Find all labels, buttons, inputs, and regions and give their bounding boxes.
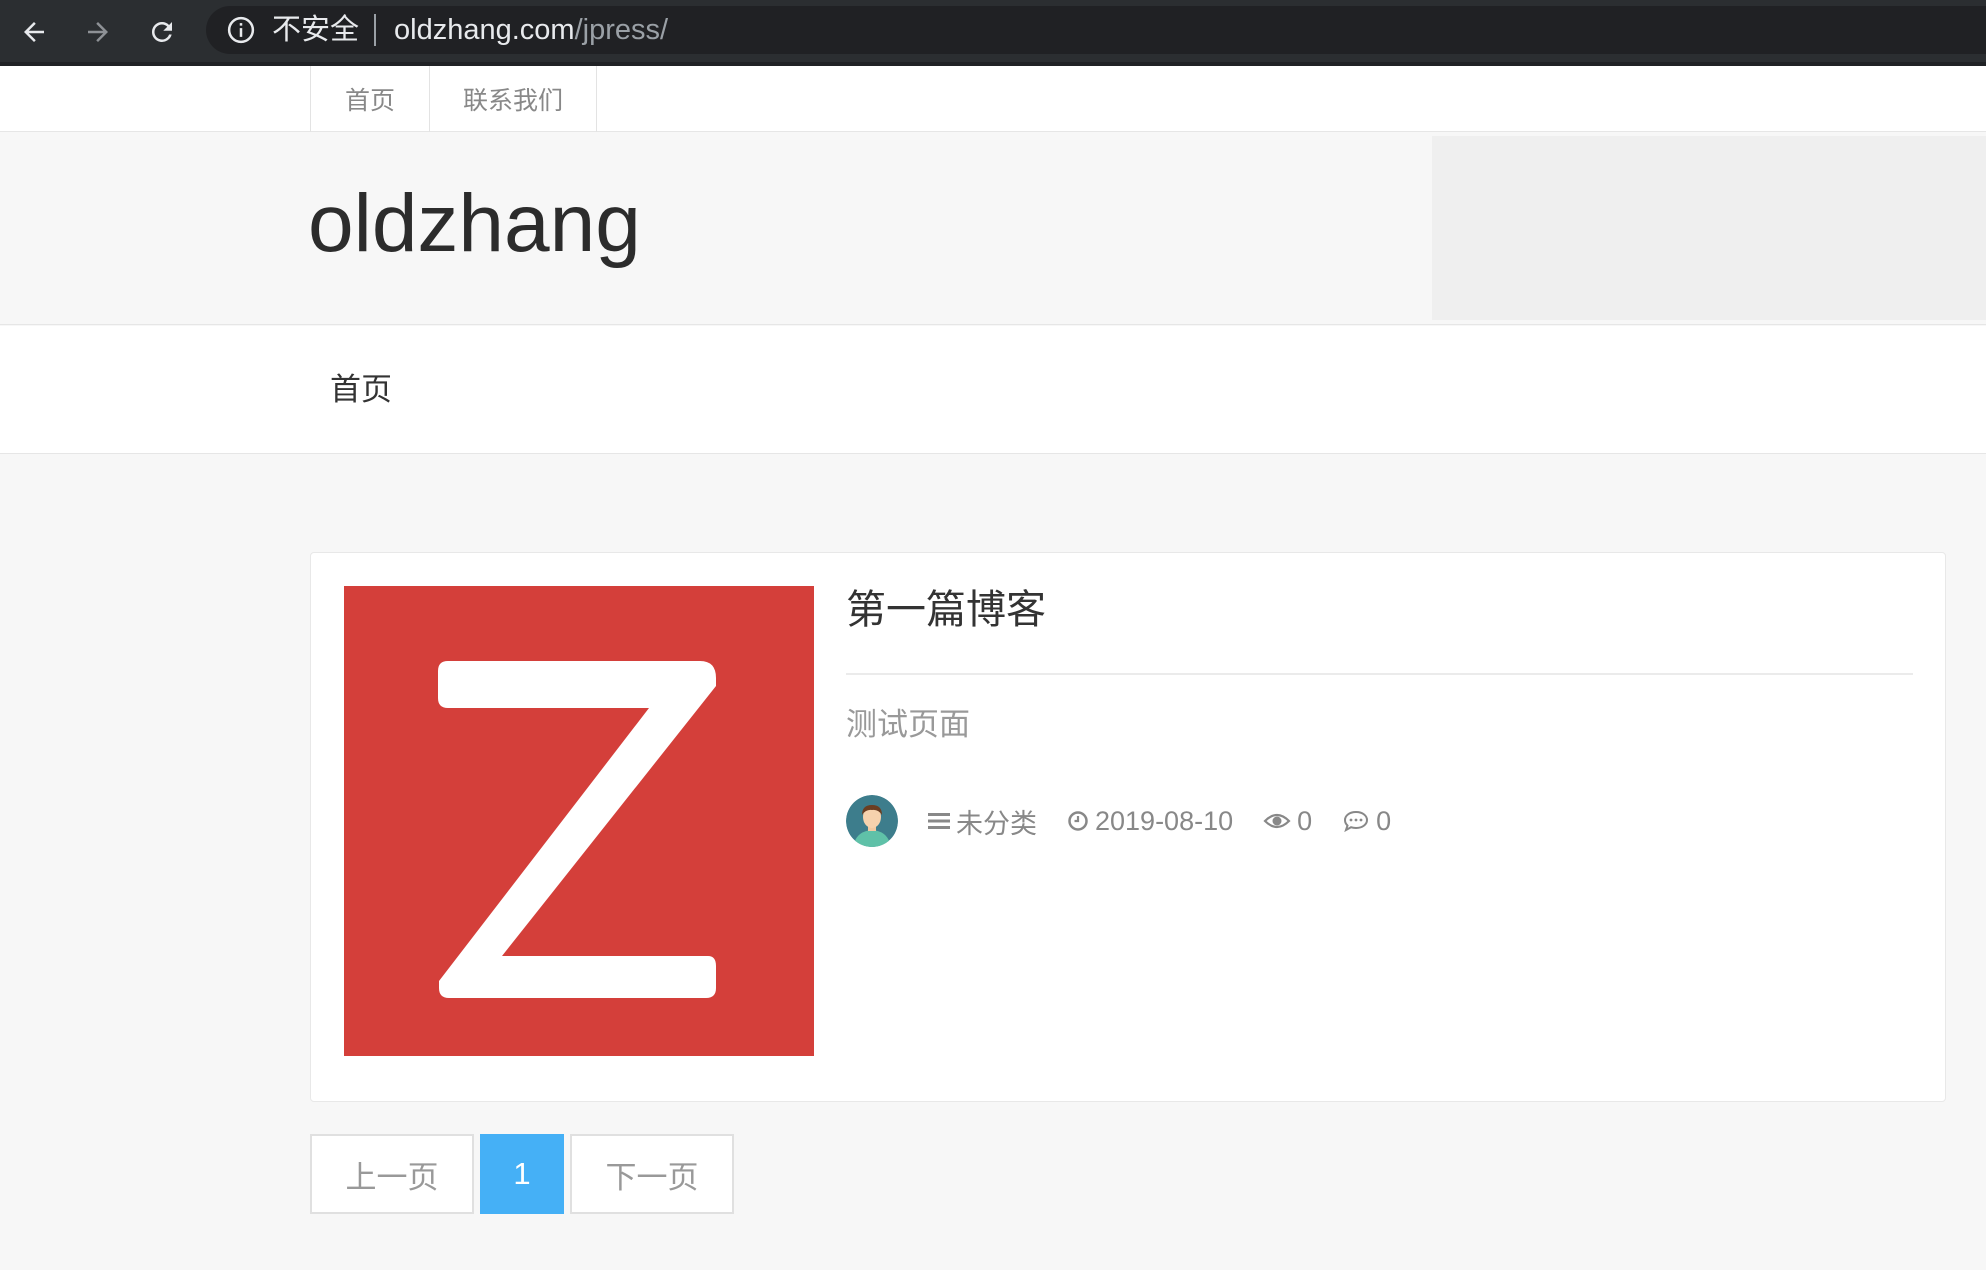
eye-icon	[1263, 813, 1291, 829]
post-date: 2019-08-10	[1067, 806, 1233, 837]
main-nav: 首页	[0, 326, 1986, 454]
next-page-button[interactable]: 下一页	[570, 1134, 734, 1214]
page-1-button[interactable]: 1	[480, 1134, 564, 1214]
comments-count: 0	[1376, 805, 1392, 836]
site-title[interactable]: oldzhang	[308, 176, 641, 272]
post-divider	[846, 673, 1913, 675]
pagination: 上一页 1 下一页	[310, 1134, 740, 1214]
back-button[interactable]	[12, 10, 56, 54]
views-count: 0	[1297, 805, 1313, 836]
post-thumbnail[interactable]	[344, 586, 814, 1056]
author-avatar[interactable]	[846, 795, 898, 847]
security-status[interactable]: 不安全	[272, 13, 359, 47]
user-avatar-icon	[846, 795, 898, 847]
header-banner	[1432, 136, 1986, 320]
arrow-left-icon	[24, 22, 44, 42]
post-title[interactable]: 第一篇博客	[846, 585, 1046, 635]
reload-button[interactable]	[140, 10, 184, 54]
date-label: 2019-08-10	[1095, 805, 1234, 836]
address-bar[interactable]: 不安全 oldzhang.com/jpress/	[206, 6, 1986, 54]
url-text[interactable]: oldzhang.com/jpress/	[394, 13, 668, 47]
clock-icon	[1068, 811, 1088, 831]
post-category[interactable]: 未分类	[928, 802, 1037, 841]
reload-icon	[151, 21, 172, 42]
top-nav: 首页 联系我们	[0, 66, 1986, 132]
comment-icon	[1344, 810, 1369, 833]
mainnav-item-home[interactable]: 首页	[330, 370, 392, 410]
forward-button[interactable]	[76, 10, 120, 54]
post-comments[interactable]: 0	[1342, 806, 1391, 837]
topnav-item-home[interactable]: 首页	[310, 66, 429, 132]
post-summary: 测试页面	[846, 707, 970, 742]
site-header: oldzhang	[0, 132, 1986, 325]
post-views: 0	[1263, 806, 1312, 837]
topnav-item-contact[interactable]: 联系我们	[429, 66, 597, 132]
z-logo-icon	[438, 661, 716, 998]
post-card: 第一篇博客 测试页面 未分类 2019-08-10 0 0	[310, 552, 1946, 1102]
arrow-right-icon	[88, 22, 108, 42]
post-meta: 未分类 2019-08-10 0 0	[846, 795, 1421, 847]
list-icon	[928, 813, 950, 829]
category-label: 未分类	[956, 808, 1037, 839]
url-host: oldzhang.com	[394, 14, 575, 46]
browser-toolbar: 不安全 oldzhang.com/jpress/	[0, 0, 1986, 66]
omnibox-separator	[374, 14, 376, 46]
prev-page-button[interactable]: 上一页	[310, 1134, 474, 1214]
info-icon[interactable]	[226, 15, 256, 45]
url-path: /jpress/	[574, 14, 669, 46]
